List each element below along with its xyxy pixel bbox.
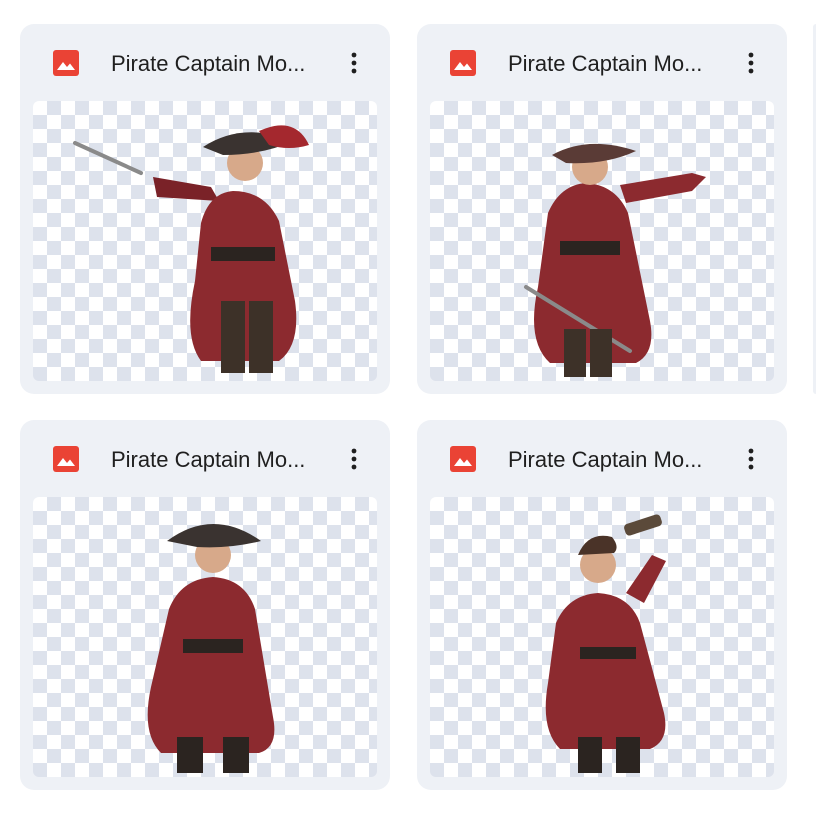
file-thumbnail[interactable] <box>33 101 377 381</box>
more-vert-icon <box>748 448 754 470</box>
file-thumbnail[interactable] <box>33 497 377 777</box>
file-name: Pirate Captain Mo... <box>111 447 306 472</box>
file-name: Pirate Captain Mo... <box>111 51 306 76</box>
file-card-header: Pirate Captain Mo... <box>417 24 787 102</box>
image-file-icon <box>450 446 476 472</box>
more-options-button[interactable] <box>342 444 366 474</box>
image-file-icon <box>450 50 476 76</box>
more-options-button[interactable] <box>342 48 366 78</box>
pirate-boy-sword-image <box>73 125 309 373</box>
image-file-icon <box>53 446 79 472</box>
image-file-icon <box>53 50 79 76</box>
more-vert-icon <box>748 52 754 74</box>
file-name: Pirate Captain Mo... <box>508 447 703 472</box>
file-thumbnail[interactable] <box>430 497 774 777</box>
file-thumbnail[interactable] <box>430 101 774 381</box>
more-options-button[interactable] <box>739 48 763 78</box>
pirate-boy-telescope-image <box>545 514 666 773</box>
file-card[interactable]: Pirate Captain Mo... <box>417 24 787 394</box>
pirate-boy-standing-image <box>147 524 275 773</box>
file-card[interactable]: Pirate Captain Mo... <box>20 24 390 394</box>
file-card-header: Pirate Captain Mo... <box>20 420 390 498</box>
more-vert-icon <box>351 52 357 74</box>
file-card-header: Pirate Captain Mo... <box>20 24 390 102</box>
file-card-header: Pirate Captain Mo... <box>417 420 787 498</box>
file-card[interactable]: Pirate Captain Mo... <box>417 420 787 790</box>
pirate-boy-pointing-image <box>524 143 706 377</box>
more-vert-icon <box>351 448 357 470</box>
file-card[interactable]: Pirate Captain Mo... <box>20 420 390 790</box>
file-name: Pirate Captain Mo... <box>508 51 703 76</box>
more-options-button[interactable] <box>739 444 763 474</box>
